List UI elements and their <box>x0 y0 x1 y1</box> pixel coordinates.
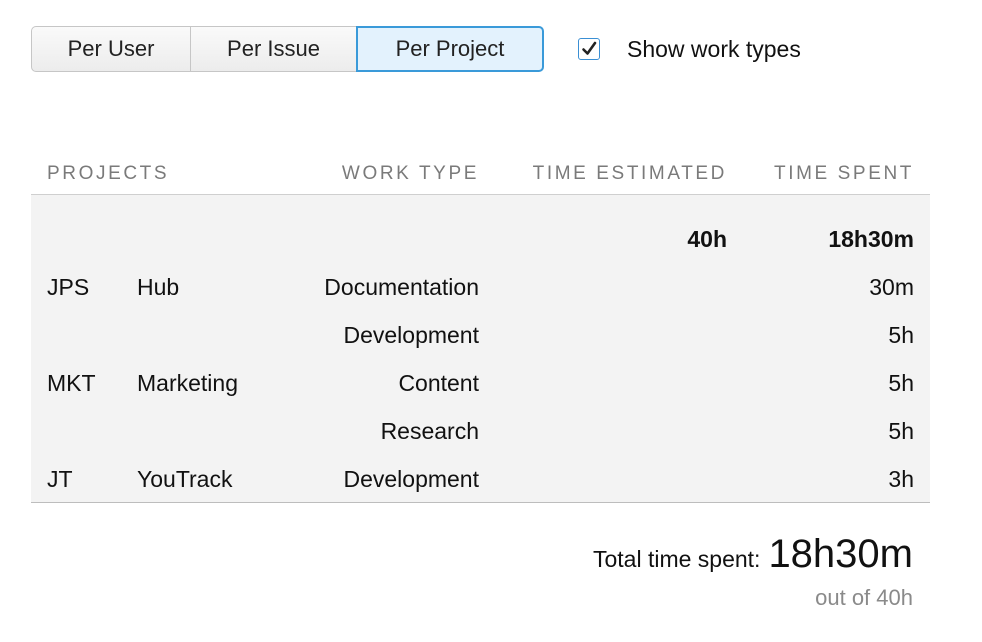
time-spent: 5h <box>888 322 914 348</box>
per-user-button[interactable]: Per User <box>31 26 191 72</box>
total-out-of: out of 40h <box>815 585 913 610</box>
project-name: YouTrack <box>137 466 233 492</box>
group-by-segmented-control: Per User Per Issue Per Project <box>31 26 544 72</box>
show-work-types-checkbox[interactable] <box>578 38 600 60</box>
show-work-types-label: Show work types <box>627 35 801 62</box>
project-name: Marketing <box>137 370 238 396</box>
time-spent: 30m <box>869 274 914 300</box>
checkmark-icon <box>582 41 597 55</box>
work-type: Research <box>380 418 479 444</box>
projects-column-header: PROJECTS <box>47 163 170 184</box>
total-summary: Total time spent: 18h30m <box>593 532 913 577</box>
time-estimated-column-header: TIME ESTIMATED <box>532 163 727 184</box>
time-spent: 5h <box>888 418 914 444</box>
work-type: Content <box>398 370 479 396</box>
total-time-estimated: 40h <box>687 226 727 252</box>
work-type-column-header: WORK TYPE <box>341 163 479 184</box>
per-project-button[interactable]: Per Project <box>356 26 544 72</box>
total-time-spent-label: Total time spent: <box>592 546 761 572</box>
total-time-spent: 18h30m <box>828 226 914 252</box>
project-name: Hub <box>137 274 180 300</box>
table-header: PROJECTS WORK TYPE TIME ESTIMATED TIME S… <box>31 160 930 195</box>
per-issue-button[interactable]: Per Issue <box>191 26 357 72</box>
total-time-spent-value: 18h30m <box>768 532 913 576</box>
time-spent: 3h <box>888 466 914 492</box>
project-key: MKT <box>47 370 96 396</box>
project-key: JPS <box>47 274 90 300</box>
show-work-types-toggle[interactable]: Show work types <box>578 33 801 65</box>
work-type: Documentation <box>324 274 479 300</box>
work-type: Development <box>343 322 479 348</box>
time-spent-column-header: TIME SPENT <box>773 163 914 184</box>
table-body: 40h 18h30m JPS Hub Documentation 30m Dev… <box>31 195 930 503</box>
work-type: Development <box>343 466 479 492</box>
time-spent: 5h <box>888 370 914 396</box>
project-key: JT <box>47 466 73 492</box>
